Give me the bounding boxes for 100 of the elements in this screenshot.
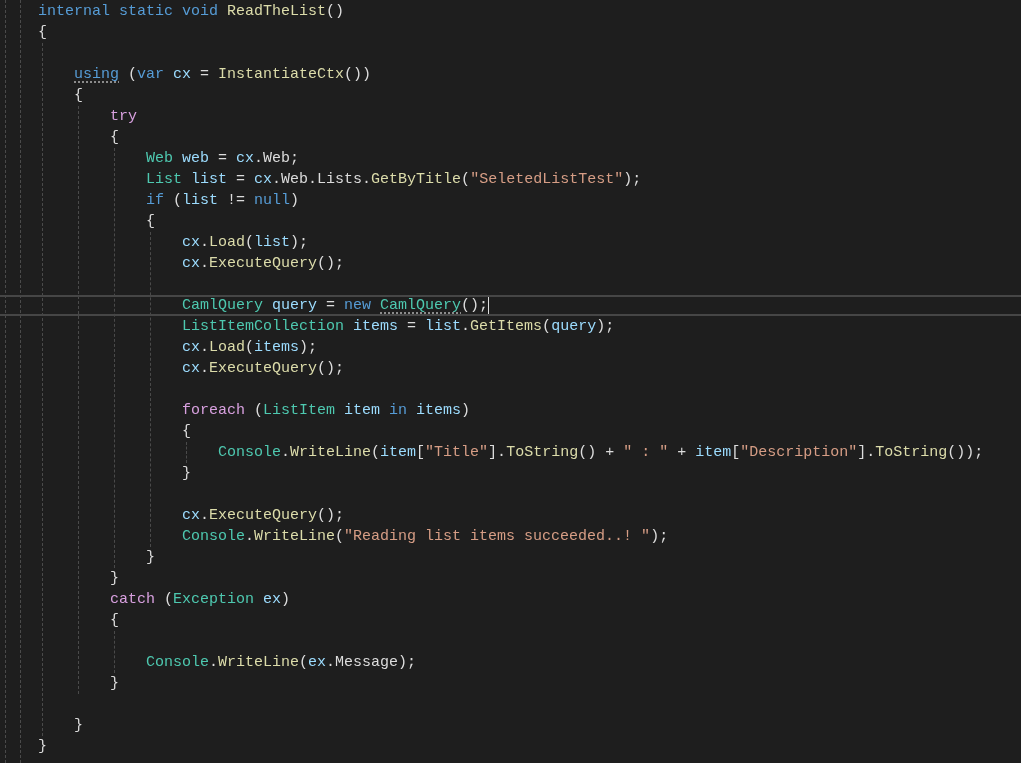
code-token: Console <box>182 527 245 547</box>
code-token: cx <box>182 359 200 379</box>
code-token: ExecuteQuery <box>209 506 318 526</box>
code-token: items <box>254 338 300 358</box>
code-token: ExecuteQuery <box>209 359 318 379</box>
code-token: WriteLine <box>254 527 336 547</box>
code-token: ListItemCollection <box>182 317 346 337</box>
code-token: ); <box>596 317 615 337</box>
code-token: ListItem <box>263 401 337 421</box>
code-token: ); <box>623 170 642 190</box>
code-token: query <box>551 317 597 337</box>
code-token: "Title" <box>425 443 489 463</box>
code-token: query <box>272 296 318 316</box>
code-token: Console <box>218 443 281 463</box>
code-token: "Reading list items succeeded..! " <box>344 527 651 547</box>
code-token: null <box>254 191 291 211</box>
code-token: . <box>200 254 210 274</box>
code-token: } <box>38 737 47 757</box>
code-token: ( <box>245 233 255 253</box>
code-token: cx <box>182 506 200 526</box>
code-token: GetByTitle <box>371 170 462 190</box>
code-token: cx <box>182 338 200 358</box>
code-token: } <box>182 464 191 484</box>
code-token: WriteLine <box>218 653 300 673</box>
code-token: cx <box>182 233 200 253</box>
code-token: item <box>380 443 417 463</box>
code-token: ]. <box>488 443 507 463</box>
code-token: + <box>676 443 688 463</box>
code-token: Console <box>146 653 209 673</box>
code-token: list <box>254 233 291 253</box>
code-token: . <box>200 359 210 379</box>
code-token: ) <box>461 401 471 421</box>
text-cursor <box>488 296 490 315</box>
code-token: ( <box>371 443 381 463</box>
code-token: if <box>146 191 165 211</box>
code-token: ) <box>290 191 300 211</box>
code-token: . <box>209 653 219 673</box>
code-token: ()) <box>344 65 372 85</box>
code-token: CamlQuery <box>182 296 264 316</box>
code-token: = <box>235 170 247 190</box>
code-token: "SeletedListTest" <box>470 170 624 190</box>
code-token: ( <box>245 338 255 358</box>
code-token: . <box>245 527 255 547</box>
code-token: web <box>182 149 210 169</box>
code-token: . <box>461 317 471 337</box>
code-token: ( <box>299 653 309 673</box>
code-token: internal static void <box>38 2 220 22</box>
code-token: != <box>226 191 247 211</box>
code-token: ToString <box>506 443 579 463</box>
code-token: GetItems <box>470 317 543 337</box>
code-token: Web <box>146 149 174 169</box>
code-token: ) <box>281 590 291 610</box>
code-token: ex <box>263 590 282 610</box>
code-token: ( <box>542 317 552 337</box>
code-token: { <box>38 23 47 43</box>
code-token: ( <box>335 527 345 547</box>
code-token: WriteLine <box>290 443 372 463</box>
code-token: list <box>182 191 219 211</box>
code-token: "Description" <box>740 443 858 463</box>
code-token: . <box>200 506 210 526</box>
code-token: } <box>146 548 155 568</box>
code-token: ()); <box>947 443 984 463</box>
code-token: list <box>425 317 462 337</box>
code-token: { <box>110 611 119 631</box>
code-token: () <box>326 2 345 22</box>
code-token: .Message); <box>326 653 417 673</box>
code-token: Exception <box>173 590 256 610</box>
code-token: [ <box>416 443 426 463</box>
code-token: . <box>281 443 291 463</box>
code-token: { <box>146 212 155 232</box>
code-token: ); <box>650 527 669 547</box>
code-token: = <box>325 296 337 316</box>
code-token: ); <box>290 233 309 253</box>
code-token: ReadTheList <box>227 2 327 22</box>
code-token: foreach <box>182 401 245 421</box>
code-token: list <box>191 170 228 190</box>
code-token: (); <box>317 506 345 526</box>
code-token: ( <box>173 191 183 211</box>
code-token: item <box>344 401 381 421</box>
code-token: CamlQuery <box>380 296 462 316</box>
code-token: catch <box>110 590 155 610</box>
code-token: ExecuteQuery <box>209 254 318 274</box>
code-token: ( <box>163 590 174 610</box>
code-token: ( <box>461 170 471 190</box>
code-token: var <box>137 65 166 85</box>
code-token: items <box>416 401 462 421</box>
code-token: () + <box>578 443 616 463</box>
code-token: List <box>146 170 183 190</box>
code-token: ); <box>299 338 318 358</box>
code-token: " : " <box>623 443 669 463</box>
code-token: ( <box>127 65 138 85</box>
code-token: { <box>74 86 83 106</box>
code-token: ToString <box>875 443 948 463</box>
code-token: = <box>217 149 229 169</box>
code-token: Load <box>209 338 246 358</box>
code-token: .Web.Lists. <box>272 170 372 190</box>
code-token: (); <box>461 296 489 316</box>
code-token: { <box>110 128 119 148</box>
code-token: using <box>74 65 119 85</box>
code-token: } <box>110 674 119 694</box>
